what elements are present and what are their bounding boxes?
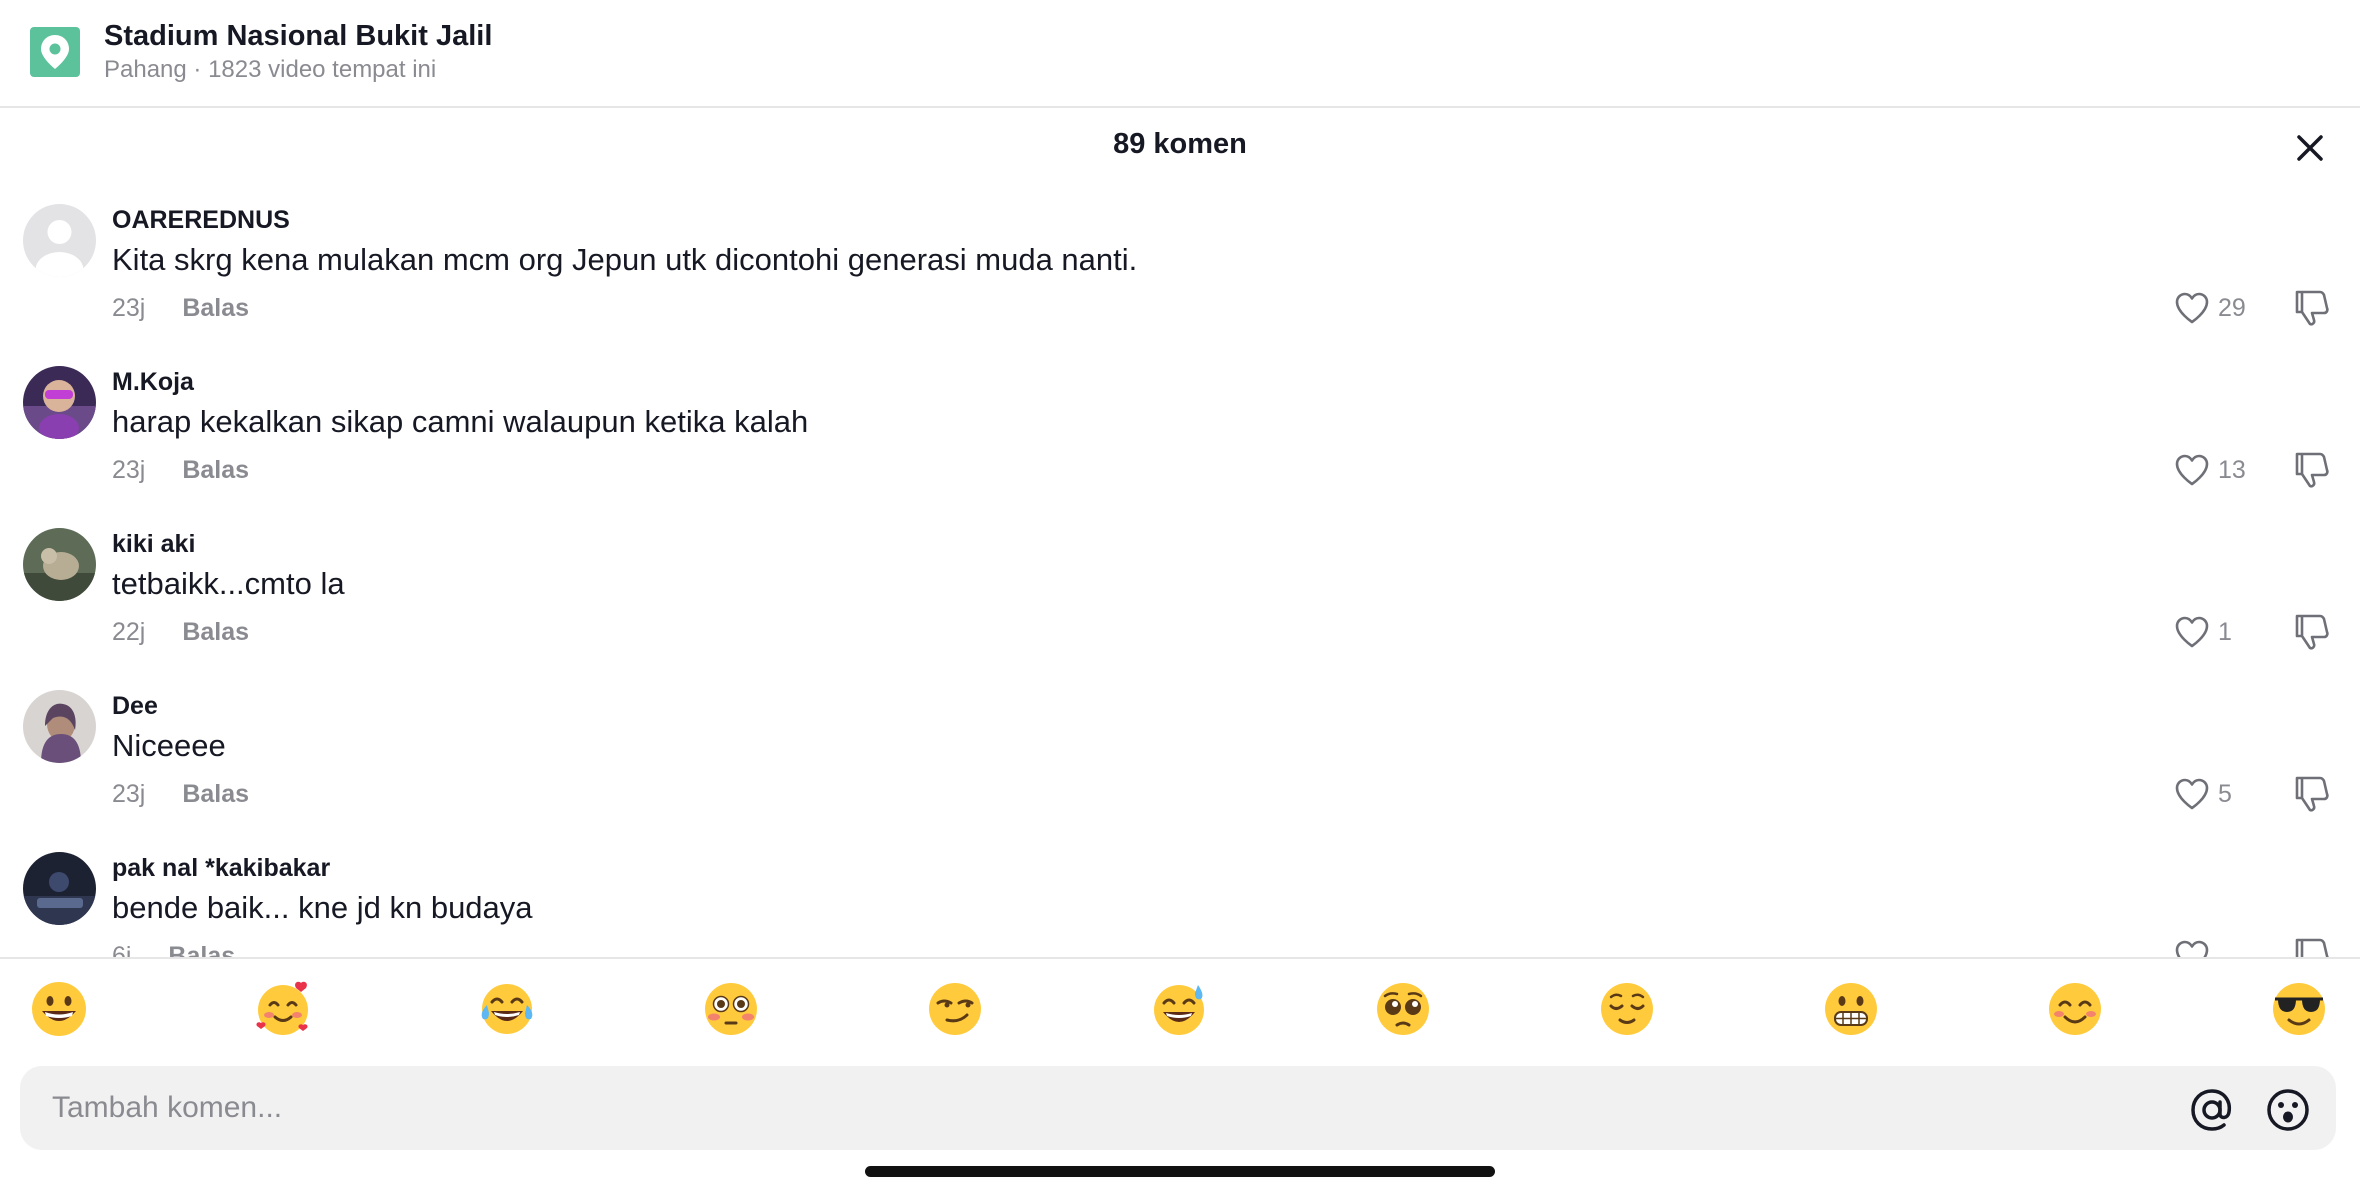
relieved-face-icon[interactable] bbox=[1597, 979, 1657, 1039]
home-indicator bbox=[865, 1166, 1495, 1177]
avatar[interactable] bbox=[23, 204, 96, 277]
smiling-face-with-sunglasses-icon[interactable] bbox=[2269, 979, 2329, 1039]
dislike-button[interactable] bbox=[2292, 774, 2332, 814]
emoji-picker-button[interactable] bbox=[2264, 1086, 2312, 1134]
like-button[interactable]: 29 bbox=[2174, 288, 2246, 328]
location-subtitle: Pahang · 1823 video tempat ini bbox=[104, 56, 437, 83]
comment-username[interactable]: OAREREDNUS bbox=[112, 206, 290, 235]
location-title: Stadium Nasional Bukit Jalil bbox=[104, 20, 493, 52]
reply-button[interactable]: Balas bbox=[168, 942, 235, 957]
comment-time: 23j bbox=[112, 780, 146, 808]
comment-meta: 6j Balas bbox=[112, 942, 235, 957]
comment-item: M.Koja harap kekalkan sikap camni walaup… bbox=[0, 344, 2360, 506]
heart-icon bbox=[2175, 778, 2209, 810]
location-pin-icon bbox=[30, 27, 80, 77]
smiling-face-with-hearts-icon[interactable] bbox=[253, 979, 313, 1039]
comment-meta: 22j Balas bbox=[112, 618, 249, 647]
location-header[interactable]: Stadium Nasional Bukit Jalil Pahang · 18… bbox=[0, 0, 2360, 108]
comment-time: 6j bbox=[112, 942, 132, 957]
face-with-tears-of-joy-icon[interactable] bbox=[477, 979, 537, 1039]
comment-username[interactable]: Dee bbox=[112, 692, 158, 721]
like-button[interactable]: 13 bbox=[2174, 450, 2246, 490]
pleading-face-icon[interactable] bbox=[1373, 979, 1433, 1039]
grinning-face-icon[interactable] bbox=[29, 979, 89, 1039]
dislike-button[interactable] bbox=[2292, 288, 2332, 328]
smiling-face-with-smiling-eyes-icon[interactable] bbox=[2045, 979, 2105, 1039]
comment-time: 23j bbox=[112, 294, 146, 322]
thumbs-down-icon bbox=[2295, 614, 2329, 650]
avatar[interactable] bbox=[23, 366, 96, 439]
reply-button[interactable]: Balas bbox=[182, 618, 249, 646]
reply-button[interactable]: Balas bbox=[182, 294, 249, 322]
comment-item: OAREREDNUS Kita skrg kena mulakan mcm or… bbox=[0, 182, 2360, 344]
close-icon bbox=[2297, 135, 2323, 161]
comments-count: 89 komen bbox=[1113, 128, 1247, 160]
thumbs-down-icon bbox=[2295, 776, 2329, 812]
thumbs-down-icon bbox=[2295, 938, 2329, 957]
thumbs-down-icon bbox=[2295, 290, 2329, 326]
heart-icon bbox=[2175, 292, 2209, 324]
flushed-face-icon[interactable] bbox=[701, 979, 761, 1039]
comment-time: 22j bbox=[112, 618, 146, 646]
comment-username[interactable]: pak nal *kakibakar bbox=[112, 854, 330, 883]
avatar[interactable] bbox=[23, 528, 96, 601]
comment-username[interactable]: kiki aki bbox=[112, 530, 195, 559]
comment-list[interactable]: OAREREDNUS Kita skrg kena mulakan mcm or… bbox=[0, 182, 2360, 957]
like-count: 13 bbox=[2218, 455, 2246, 484]
comment-time: 23j bbox=[112, 456, 146, 484]
comment-text: tetbaikk...cmto la bbox=[112, 566, 345, 601]
smirking-face-icon[interactable] bbox=[925, 979, 985, 1039]
heart-icon bbox=[2175, 616, 2209, 648]
reply-button[interactable]: Balas bbox=[182, 456, 249, 484]
reply-button[interactable]: Balas bbox=[182, 780, 249, 808]
thumbs-down-icon bbox=[2295, 452, 2329, 488]
like-button[interactable] bbox=[2174, 936, 2218, 957]
comment-meta: 23j Balas bbox=[112, 294, 249, 323]
comment-meta: 23j Balas bbox=[112, 780, 249, 809]
like-count: 1 bbox=[2218, 617, 2232, 646]
comment-text: Niceeee bbox=[112, 728, 226, 763]
comment-item: kiki aki tetbaikk...cmto la 22j Balas 1 bbox=[0, 506, 2360, 668]
dislike-button[interactable] bbox=[2292, 936, 2332, 957]
heart-icon bbox=[2175, 454, 2209, 486]
comment-input-container bbox=[20, 1066, 2336, 1150]
like-count: 29 bbox=[2218, 293, 2246, 322]
emoji-icon bbox=[2267, 1089, 2309, 1131]
dislike-button[interactable] bbox=[2292, 612, 2332, 652]
grimacing-face-icon[interactable] bbox=[1821, 979, 1881, 1039]
heart-icon bbox=[2175, 940, 2209, 957]
dislike-button[interactable] bbox=[2292, 450, 2332, 490]
comment-text: bende baik... kne jd kn budaya bbox=[112, 890, 533, 925]
comments-header: 89 komen bbox=[0, 110, 2360, 182]
mention-button[interactable] bbox=[2188, 1086, 2236, 1134]
grinning-face-with-sweat-icon[interactable] bbox=[1149, 979, 1209, 1039]
comment-username[interactable]: M.Koja bbox=[112, 368, 194, 397]
like-count: 5 bbox=[2218, 779, 2232, 808]
comment-text: harap kekalkan sikap camni walaupun keti… bbox=[112, 404, 809, 439]
comment-input[interactable] bbox=[50, 1066, 2170, 1150]
comment-item: pak nal *kakibakar bende baik... kne jd … bbox=[0, 830, 2360, 957]
comment-meta: 23j Balas bbox=[112, 456, 249, 485]
avatar[interactable] bbox=[23, 852, 96, 925]
at-sign-icon bbox=[2191, 1089, 2232, 1131]
like-button[interactable]: 1 bbox=[2174, 612, 2232, 652]
close-button[interactable] bbox=[2290, 128, 2330, 168]
comment-text: Kita skrg kena mulakan mcm org Jepun utk… bbox=[112, 242, 1138, 277]
emoji-bar bbox=[0, 957, 2360, 1061]
avatar[interactable] bbox=[23, 690, 96, 763]
comment-item: Dee Niceeee 23j Balas 5 bbox=[0, 668, 2360, 830]
like-button[interactable]: 5 bbox=[2174, 774, 2232, 814]
